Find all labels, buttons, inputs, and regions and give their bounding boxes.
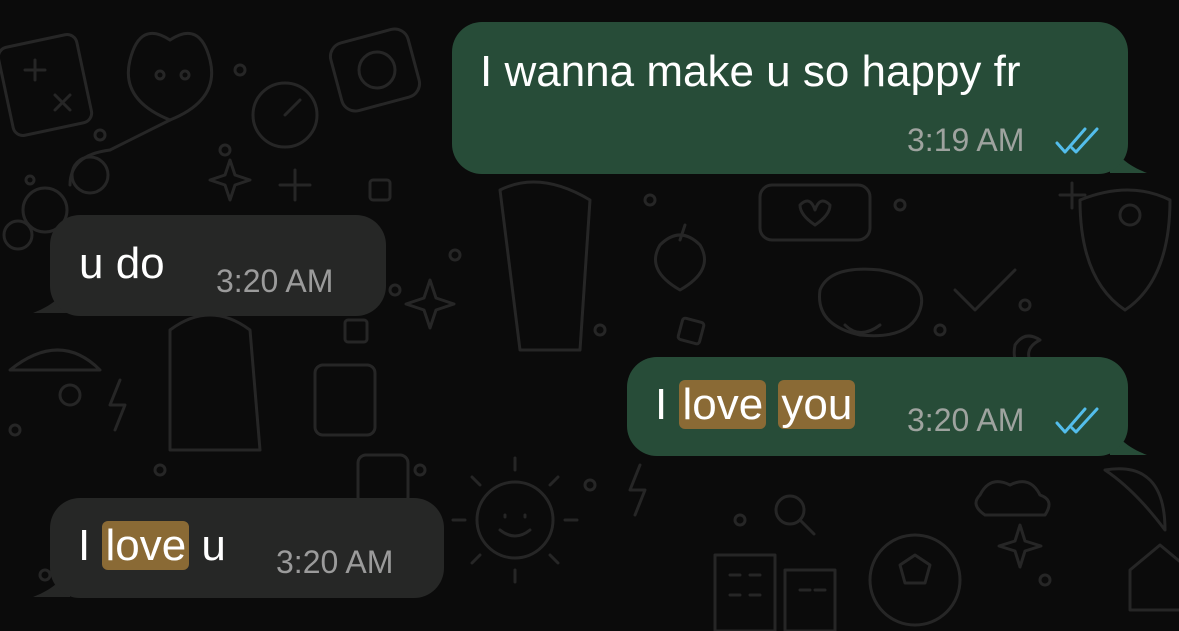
message-text: u do (79, 239, 165, 288)
message-text: I wanna make u so happy fr (480, 47, 1021, 96)
double-check-icon (1055, 127, 1099, 154)
outgoing-message-bubble[interactable]: I love you 3:20 AM (627, 357, 1128, 456)
message-time: 3:20 AM (907, 402, 1025, 438)
chat-area[interactable]: I wanna make u so happy fr 3:19 AM u do … (0, 0, 1179, 631)
outgoing-message-bubble[interactable]: I wanna make u so happy fr 3:19 AM (452, 22, 1128, 174)
message-word: u (201, 521, 226, 570)
message-word: I (78, 521, 91, 570)
message-time: 3:19 AM (907, 122, 1025, 158)
search-highlight: love (102, 521, 190, 570)
search-highlight: you (778, 380, 856, 429)
incoming-message-bubble[interactable]: I love u 3:20 AM (50, 498, 444, 598)
search-highlight: love (679, 380, 767, 429)
double-check-icon (1055, 407, 1099, 434)
message-text: I love u (78, 520, 226, 572)
message-time: 3:20 AM (216, 263, 334, 299)
message-word: I (655, 380, 668, 429)
incoming-message-bubble[interactable]: u do 3:20 AM (50, 215, 386, 316)
message-time: 3:20 AM (276, 544, 394, 580)
message-text: I love you (655, 379, 856, 431)
